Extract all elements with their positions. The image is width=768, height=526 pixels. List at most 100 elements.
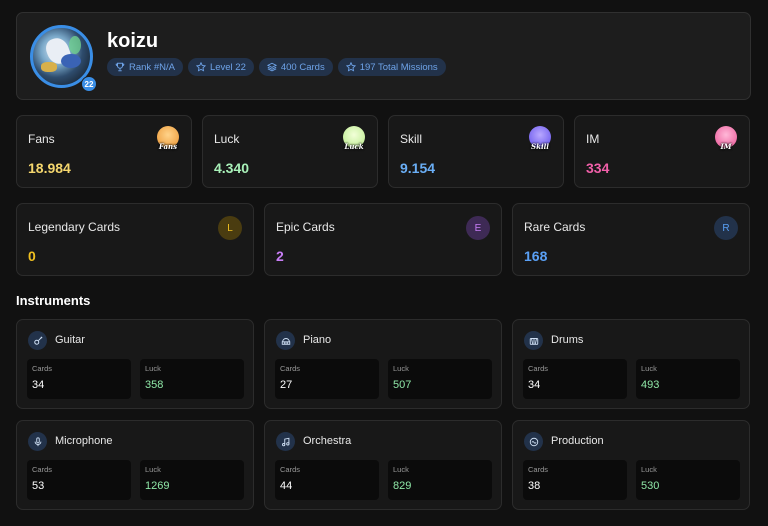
fans-icon-text: Fans [158,142,178,151]
instrument-name: Guitar [55,334,85,346]
microphone-icon [28,432,47,451]
profile-card: 22 koizu Rank #N/A Level 22 400 Cards 19… [16,12,751,100]
stat-value: 9.154 [400,160,436,176]
luck-box: Luck 829 [388,460,492,500]
rank-tag-label: Rank #N/A [129,61,175,73]
cards-label: Cards [32,364,53,373]
layers-icon [266,62,277,72]
rarity-value: 2 [276,248,284,264]
clover-icon: Luck [343,126,365,151]
stat-label: Skill [400,132,423,146]
cards-label: Cards [280,465,301,474]
stat-label: Luck [214,132,240,146]
stat-value: 4.340 [214,160,250,176]
music-note-icon [276,432,295,451]
instrument-name: Drums [551,334,584,346]
cards-box: Cards 53 [27,460,131,500]
luck-value: 530 [641,480,660,492]
cards-box: Cards 44 [275,460,379,500]
instrument-card-piano[interactable]: Piano Cards 27 Luck 507 [264,319,502,409]
luck-label: Luck [641,465,657,474]
luck-value: 507 [393,379,412,391]
cards-tag: 400 Cards [258,58,333,76]
stat-value: 18.984 [28,160,71,176]
cards-box: Cards 34 [27,359,131,399]
luck-value: 1269 [145,480,170,492]
instrument-card-microphone[interactable]: Microphone Cards 53 Luck 1269 [16,420,254,510]
luck-stat-card: Luck 4.340 Luck [202,115,378,188]
luck-label: Luck [145,465,161,474]
cards-value: 44 [280,480,293,492]
rarity-label: Epic Cards [276,220,335,234]
star-icon [195,62,206,72]
star-icon [345,62,356,72]
fans-stat-card: Fans 18.984 Fans [16,115,192,188]
username: koizu [107,30,159,52]
rarity-label: Rare Cards [524,220,586,234]
cards-label: Cards [528,465,549,474]
im-icon-text: IM [720,142,732,151]
instruments-heading: Instruments [16,293,91,308]
im-icon: IM [715,126,737,151]
legendary-badge-icon: L [218,216,242,240]
instrument-card-orchestra[interactable]: Orchestra Cards 44 Luck 829 [264,420,502,510]
level-tag: Level 22 [187,58,254,76]
stat-value: 334 [586,160,610,176]
stat-label: IM [586,132,600,146]
cards-tag-label: 400 Cards [280,61,325,73]
instrument-card-guitar[interactable]: Guitar Cards 34 Luck 358 [16,319,254,409]
cards-label: Cards [528,364,549,373]
luck-label: Luck [393,364,409,373]
cards-label: Cards [280,364,301,373]
fans-icon: Fans [157,126,179,151]
legendary-cards-card: Legendary Cards 0 L [16,203,254,276]
rarity-value: 0 [28,248,36,264]
skill-icon-text: Skill [531,142,549,151]
rank-tag: Rank #N/A [107,58,183,76]
luck-label: Luck [641,364,657,373]
drum-icon [524,331,543,350]
luck-box: Luck 1269 [140,460,244,500]
missions-tag-label: 197 Total Missions [359,61,438,73]
profile-tags: Rank #N/A Level 22 400 Cards 197 Total M… [107,58,446,76]
rare-badge-icon: R [714,216,738,240]
luck-box: Luck 493 [636,359,740,399]
cards-value: 34 [32,379,45,391]
luck-label: Luck [393,465,409,474]
im-stat-card: IM 334 IM [574,115,750,188]
stat-label: Fans [28,132,55,146]
instrument-card-drums[interactable]: Drums Cards 34 Luck 493 [512,319,750,409]
rare-cards-card: Rare Cards 168 R [512,203,750,276]
cards-label: Cards [32,465,53,474]
cards-box: Cards 27 [275,359,379,399]
luck-box: Luck 507 [388,359,492,399]
epic-cards-card: Epic Cards 2 E [264,203,502,276]
piano-icon [276,331,295,350]
disc-icon [524,432,543,451]
skill-stat-card: Skill 9.154 Skill [388,115,564,188]
instrument-name: Piano [303,334,332,346]
luck-box: Luck 358 [140,359,244,399]
level-badge: 22 [81,76,97,92]
instrument-name: Production [551,435,604,447]
missions-tag: 197 Total Missions [337,58,446,76]
cards-box: Cards 34 [523,359,627,399]
luck-value: 358 [145,379,164,391]
cards-box: Cards 38 [523,460,627,500]
rarity-value: 168 [524,248,548,264]
instrument-card-production[interactable]: Production Cards 38 Luck 530 [512,420,750,510]
luck-label: Luck [145,364,161,373]
cards-value: 27 [280,379,293,391]
luck-icon-text: Luck [344,142,364,151]
instrument-name: Orchestra [303,435,352,447]
cards-value: 53 [32,480,45,492]
luck-value: 829 [393,480,412,492]
luck-value: 493 [641,379,660,391]
cards-value: 34 [528,379,541,391]
epic-badge-icon: E [466,216,490,240]
level-tag-label: Level 22 [209,61,246,73]
guitar-icon [28,331,47,350]
instrument-name: Microphone [55,435,113,447]
rarity-label: Legendary Cards [28,220,121,234]
trophy-icon [115,62,125,72]
